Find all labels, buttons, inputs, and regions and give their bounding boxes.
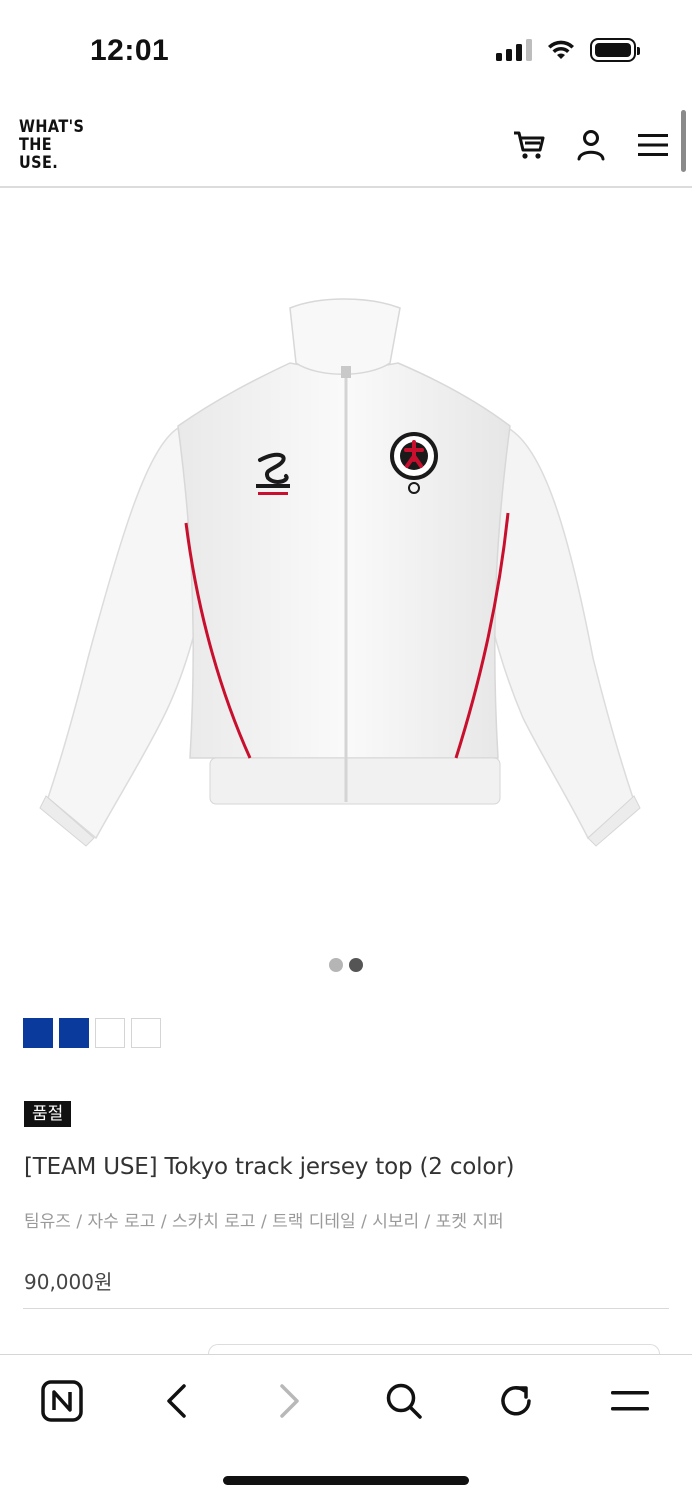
soldout-badge: 품절 <box>24 1101 72 1127</box>
product-image[interactable] <box>28 198 660 992</box>
battery-icon <box>590 38 640 62</box>
menu-icon[interactable] <box>636 128 670 162</box>
site-logo[interactable]: WHAT'S THE USE. <box>19 118 84 172</box>
user-icon[interactable] <box>574 128 608 162</box>
browser-menu-icon[interactable] <box>604 1375 656 1427</box>
color-swatch[interactable] <box>23 1018 53 1048</box>
product-price: 90,000원 <box>24 1270 113 1294</box>
back-icon[interactable] <box>150 1375 202 1427</box>
color-swatch[interactable] <box>59 1018 89 1048</box>
refresh-icon[interactable] <box>490 1375 542 1427</box>
cart-icon[interactable] <box>512 128 546 162</box>
site-header: WHAT'S THE USE. <box>0 100 692 188</box>
cellular-signal-icon <box>496 39 532 61</box>
product-subtitle: 팀유즈 / 자수 로고 / 스카치 로고 / 트랙 디테일 / 시보리 / 포켓… <box>24 1212 504 1232</box>
forward-icon[interactable] <box>264 1375 316 1427</box>
color-swatches <box>23 1018 161 1048</box>
search-icon[interactable] <box>378 1375 430 1427</box>
divider <box>23 1308 669 1309</box>
naver-home-icon[interactable] <box>36 1375 88 1427</box>
carousel-dot[interactable] <box>329 958 343 972</box>
white-track-jacket-image <box>39 298 641 847</box>
status-icons <box>496 38 640 62</box>
color-swatch[interactable] <box>131 1018 161 1048</box>
header-actions <box>512 128 670 162</box>
scroll-indicator[interactable] <box>681 110 686 172</box>
carousel-dot-active[interactable] <box>349 958 363 972</box>
wifi-icon <box>548 40 574 59</box>
product-title: [TEAM USE] Tokyo track jersey top (2 col… <box>24 1154 515 1180</box>
image-carousel-dots <box>0 958 692 972</box>
status-time: 12:01 <box>90 34 170 67</box>
home-indicator[interactable] <box>223 1476 469 1485</box>
status-bar: 12:01 <box>0 0 692 100</box>
color-swatch[interactable] <box>95 1018 125 1048</box>
